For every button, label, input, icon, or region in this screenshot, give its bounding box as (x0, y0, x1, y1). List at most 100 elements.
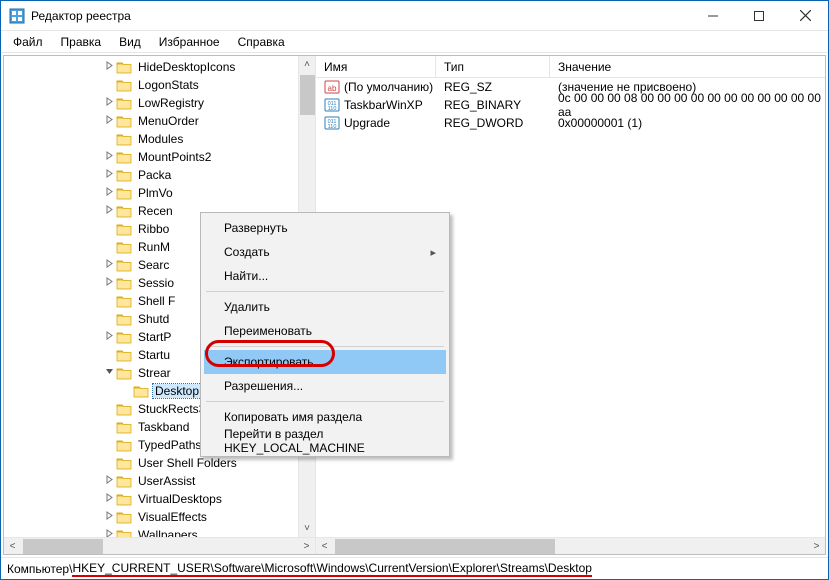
menu-help[interactable]: Справка (230, 33, 293, 51)
context-item[interactable]: Экспортировать (204, 350, 446, 374)
tree-item-label: LowRegistry (136, 96, 206, 110)
list-header: Имя Тип Значение (316, 56, 825, 78)
scroll-up-icon[interactable]: ˄ (299, 56, 315, 73)
expander-closed-icon[interactable] (102, 277, 116, 289)
context-item[interactable]: Перейти в раздел HKEY_LOCAL_MACHINE (204, 429, 446, 453)
tree-item-label: Strear (136, 366, 173, 380)
folder-icon (116, 295, 132, 308)
scroll-left-icon[interactable]: ˂ (316, 538, 333, 554)
value-type: REG_BINARY (436, 98, 550, 112)
expander-closed-icon[interactable] (102, 97, 116, 109)
status-prefix: Компьютер\ (7, 562, 72, 576)
tree-item-label: Desktop (153, 384, 201, 398)
col-value[interactable]: Значение (550, 56, 825, 77)
context-item[interactable]: Создать▸ (204, 240, 446, 264)
context-separator (206, 291, 444, 292)
tree-item[interactable]: Packa (4, 166, 315, 184)
menu-edit[interactable]: Правка (53, 33, 110, 51)
folder-icon (116, 133, 132, 146)
tree-item[interactable]: Modules (4, 130, 315, 148)
tree-item-label: PlmVo (136, 186, 175, 200)
context-item-label: Развернуть (224, 221, 288, 235)
binary-value-icon (324, 115, 340, 131)
context-separator (206, 346, 444, 347)
col-type[interactable]: Тип (436, 56, 550, 77)
menu-favorites[interactable]: Избранное (151, 33, 228, 51)
scroll-thumb[interactable] (300, 75, 315, 115)
tree-item-label: Taskband (136, 420, 191, 434)
context-item[interactable]: Переименовать (204, 319, 446, 343)
tree-item[interactable]: HideDesktopIcons (4, 58, 315, 76)
expander-open-icon[interactable] (102, 367, 116, 379)
menubar: Файл Правка Вид Избранное Справка (1, 31, 828, 53)
minimize-button[interactable] (690, 1, 736, 30)
expander-closed-icon[interactable] (102, 115, 116, 127)
value-name: (По умолчанию) (344, 80, 433, 94)
context-item[interactable]: Разрешения... (204, 374, 446, 398)
col-name[interactable]: Имя (316, 56, 436, 77)
context-item[interactable]: Копировать имя раздела (204, 405, 446, 429)
tree-scrollbar-horizontal[interactable]: ˂ ˃ (4, 537, 315, 554)
menu-view[interactable]: Вид (111, 33, 149, 51)
expander-closed-icon[interactable] (102, 475, 116, 487)
scroll-thumb-h[interactable] (335, 539, 555, 554)
tree-item-label: Shell F (136, 294, 177, 308)
tree-item[interactable]: MenuOrder (4, 112, 315, 130)
value-data: 0x00000001 (1) (550, 116, 825, 130)
tree-item-label: Ribbo (136, 222, 171, 236)
expander-closed-icon[interactable] (102, 61, 116, 73)
tree-item-label: Packa (136, 168, 173, 182)
expander-closed-icon[interactable] (102, 205, 116, 217)
scroll-thumb-h[interactable] (23, 539, 103, 554)
scroll-left-icon[interactable]: ˂ (4, 538, 21, 554)
list-scrollbar-horizontal[interactable]: ˂ ˃ (316, 537, 825, 554)
tree-item-label: UserAssist (136, 474, 197, 488)
expander-closed-icon[interactable] (102, 331, 116, 343)
tree-item[interactable]: UserAssist (4, 472, 315, 490)
folder-icon (116, 421, 132, 434)
expander-closed-icon[interactable] (102, 169, 116, 181)
expander-closed-icon[interactable] (102, 259, 116, 271)
context-item[interactable]: Найти... (204, 264, 446, 288)
tree-item-label: Sessio (136, 276, 176, 290)
tree-item[interactable]: LowRegistry (4, 94, 315, 112)
close-button[interactable] (782, 1, 828, 30)
menu-file[interactable]: Файл (5, 33, 51, 51)
tree-item-label: LogonStats (136, 78, 201, 92)
tree-item-label: VirtualDesktops (136, 492, 224, 506)
expander-closed-icon[interactable] (102, 511, 116, 523)
tree-item[interactable]: LogonStats (4, 76, 315, 94)
tree-item[interactable]: VisualEffects (4, 508, 315, 526)
tree-item[interactable]: PlmVo (4, 184, 315, 202)
context-item[interactable]: Удалить (204, 295, 446, 319)
context-item-label: Экспортировать (224, 355, 314, 369)
expander-closed-icon[interactable] (102, 187, 116, 199)
value-data: 0c 00 00 00 08 00 00 00 00 00 00 00 00 0… (550, 91, 825, 119)
value-row[interactable]: UpgradeREG_DWORD0x00000001 (1) (316, 114, 825, 132)
folder-icon (116, 457, 132, 470)
folder-icon (116, 223, 132, 236)
expander-closed-icon[interactable] (102, 151, 116, 163)
scroll-right-icon[interactable]: ˃ (808, 538, 825, 554)
tree-item-label: Shutd (136, 312, 171, 326)
tree-item-label: StuckRects3 (136, 402, 207, 416)
tree-item[interactable]: MountPoints2 (4, 148, 315, 166)
tree-item-label: Searc (136, 258, 171, 272)
scroll-down-icon[interactable]: ˅ (299, 520, 315, 537)
expander-closed-icon[interactable] (102, 493, 116, 505)
value-row[interactable]: TaskbarWinXPREG_BINARY0c 00 00 00 08 00 … (316, 96, 825, 114)
context-item[interactable]: Развернуть (204, 216, 446, 240)
maximize-button[interactable] (736, 1, 782, 30)
tree-item[interactable]: VirtualDesktops (4, 490, 315, 508)
context-item-label: Найти... (224, 269, 268, 283)
context-item-label: Удалить (224, 300, 270, 314)
tree-item-label: User Shell Folders (136, 456, 239, 470)
context-item-label: Копировать имя раздела (224, 410, 362, 424)
content-area: HideDesktopIcons LogonStats LowRegistry Men… (3, 55, 826, 555)
context-item-label: Разрешения... (224, 379, 303, 393)
folder-icon (116, 151, 132, 164)
folder-icon (116, 187, 132, 200)
folder-icon (116, 367, 132, 380)
status-path: HKEY_CURRENT_USER\Software\Microsoft\Win… (72, 561, 592, 577)
scroll-right-icon[interactable]: ˃ (298, 538, 315, 554)
